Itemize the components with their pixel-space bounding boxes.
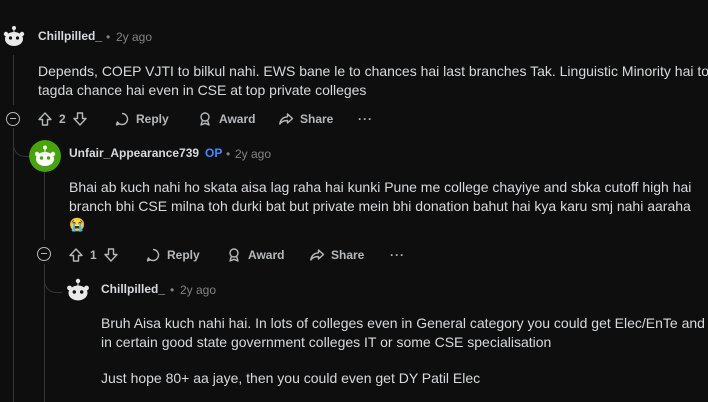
vote-group: 2	[37, 107, 88, 131]
upvote-icon[interactable]	[68, 247, 84, 263]
comment-author[interactable]: Chillpilled_	[101, 282, 165, 296]
share-button[interactable]: Share	[278, 107, 333, 131]
share-label: Share	[331, 248, 365, 262]
thread-line-root	[13, 55, 14, 105]
award-label: Award	[219, 112, 256, 126]
award-icon	[200, 112, 210, 126]
comment-timestamp[interactable]: 2y ago	[116, 30, 152, 44]
crying-emoji: 😭	[69, 217, 86, 232]
more-options-button[interactable]: ···	[358, 107, 373, 131]
partial-action-row	[68, 397, 368, 402]
reply-label: Reply	[136, 112, 169, 126]
comment-body-line: branch bhi CSE milna toh durki bat but p…	[69, 198, 691, 214]
comment-icon	[146, 248, 160, 262]
reply-button[interactable]: Reply	[145, 243, 200, 267]
award-icon	[229, 248, 239, 262]
separator-dot: •	[170, 283, 175, 297]
comment-body-line: tagda chance hai even in CSE at top priv…	[38, 82, 367, 98]
thread-elbow-child	[44, 264, 63, 293]
vote-count: 1	[90, 248, 97, 262]
comment-body-line: in certain good state government college…	[101, 334, 552, 350]
award-button[interactable]: Award	[197, 107, 255, 131]
thread-line-child	[44, 172, 45, 240]
separator-dot: •	[226, 147, 231, 161]
share-button[interactable]: Share	[309, 243, 364, 267]
snoo-avatar-icon	[62, 274, 94, 306]
comment-icon	[115, 112, 129, 126]
comment-author[interactable]: Unfair_Appearance739	[69, 146, 199, 160]
downvote-icon[interactable]	[103, 247, 119, 263]
vote-group: 1	[68, 243, 119, 267]
award-button[interactable]: Award	[226, 243, 284, 267]
separator-dot: •	[106, 30, 111, 44]
collapse-thread-button[interactable]	[37, 247, 51, 261]
thread-line-root-lower	[13, 128, 14, 402]
comment-author[interactable]: Chillpilled_	[38, 29, 102, 43]
comment-timestamp[interactable]: 2y ago	[180, 283, 216, 297]
share-icon	[279, 113, 294, 125]
more-options-button[interactable]: ···	[390, 243, 405, 267]
share-icon	[310, 249, 325, 261]
avatar[interactable]	[0, 22, 28, 50]
reply-label: Reply	[167, 248, 200, 262]
snoo-avatar-icon	[0, 22, 28, 50]
award-label: Award	[248, 248, 285, 262]
share-label: Share	[300, 112, 334, 126]
avatar[interactable]	[29, 140, 61, 172]
vote-count: 2	[59, 112, 66, 126]
comment-timestamp[interactable]: 2y ago	[235, 147, 271, 161]
avatar[interactable]	[62, 274, 94, 306]
comment-body-line: Just hope 80+ aa jaye, then you could ev…	[101, 370, 481, 386]
collapse-thread-button[interactable]	[6, 112, 20, 126]
upvote-icon[interactable]	[37, 111, 53, 127]
op-badge: OP	[205, 146, 223, 160]
downvote-icon[interactable]	[72, 111, 88, 127]
reply-button[interactable]: Reply	[114, 107, 169, 131]
more-options-icon: ···	[358, 112, 373, 126]
snoo-avatar-icon	[29, 140, 61, 172]
more-options-icon: ···	[390, 248, 405, 262]
